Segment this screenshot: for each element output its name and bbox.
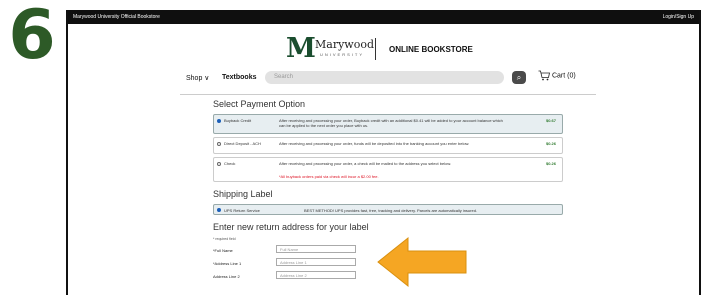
- option-desc: After receiving and processing your orde…: [279, 141, 470, 146]
- option-label: Buyback Credit: [224, 118, 252, 123]
- option-amount: $0.26: [545, 161, 556, 166]
- option-label: Check: [224, 161, 236, 166]
- shop-menu[interactable]: Shop ∨: [186, 74, 209, 82]
- logo[interactable]: M Marywood UNIVERSITY ONLINE BOOKSTORE: [68, 33, 699, 64]
- field-label: Address Line 2: [213, 274, 240, 279]
- top-bar: Marywood University Official Bookstore L…: [68, 10, 699, 24]
- store-name[interactable]: Marywood University Official Bookstore: [73, 14, 160, 20]
- textbooks-link[interactable]: Textbooks: [222, 74, 257, 81]
- nav-bar: Shop ∨ Textbooks Search ⌕ Cart (0): [68, 70, 699, 88]
- search-icon[interactable]: ⌕: [512, 71, 526, 84]
- logo-online-bookstore: ONLINE BOOKSTORE: [389, 45, 473, 54]
- option-warning: *All buyback orders paid via check will …: [279, 174, 379, 179]
- step-number: 6: [8, 0, 56, 75]
- cart-icon: [538, 70, 550, 81]
- option-amount: $0.26: [545, 141, 556, 146]
- option-desc: After receiving and processing your orde…: [279, 161, 452, 166]
- logo-subtitle: UNIVERSITY: [320, 52, 365, 57]
- logo-name: Marywood: [315, 38, 374, 51]
- option-desc: BEST METHOD! UPS provides fast, free, tr…: [304, 208, 478, 213]
- payment-option-check[interactable]: Check After receiving and processing you…: [213, 157, 563, 182]
- radio-selected[interactable]: [217, 208, 221, 212]
- option-label: Direct Deposit - ACH: [224, 141, 261, 146]
- option-desc: After receiving and processing your orde…: [279, 118, 503, 128]
- cart-button[interactable]: Cart (0): [538, 70, 576, 81]
- radio[interactable]: [217, 162, 221, 166]
- payment-title: Select Payment Option: [213, 99, 306, 109]
- field-label: *Full Name: [213, 248, 233, 253]
- address-line1-input[interactable]: Address Line 1: [276, 258, 356, 266]
- radio-selected[interactable]: [217, 119, 221, 123]
- shipping-title: Shipping Label: [213, 189, 273, 199]
- payment-option-buyback[interactable]: Buyback Credit After receiving and proce…: [213, 114, 563, 134]
- address-title: Enter new return address for your label: [213, 222, 369, 232]
- cart-label: Cart (0): [551, 72, 576, 80]
- option-amount: $0.67: [545, 118, 556, 123]
- full-name-input[interactable]: Full Name: [276, 245, 356, 253]
- shipping-option-ups[interactable]: UPS Return Service BEST METHOD! UPS prov…: [213, 204, 563, 215]
- pointer-arrow-icon: [377, 236, 467, 288]
- option-label: UPS Return Service: [224, 208, 260, 213]
- logo-divider: [375, 38, 376, 60]
- radio[interactable]: [217, 142, 221, 146]
- search-input[interactable]: Search: [265, 71, 504, 84]
- address-line2-input[interactable]: Address Line 2: [276, 271, 356, 279]
- login-link[interactable]: Login/Sign Up: [663, 14, 694, 20]
- divider: [180, 94, 596, 95]
- payment-option-ach[interactable]: Direct Deposit - ACH After receiving and…: [213, 137, 563, 154]
- field-label: *Address Line 1: [213, 261, 242, 266]
- logo-letter: M: [286, 33, 316, 64]
